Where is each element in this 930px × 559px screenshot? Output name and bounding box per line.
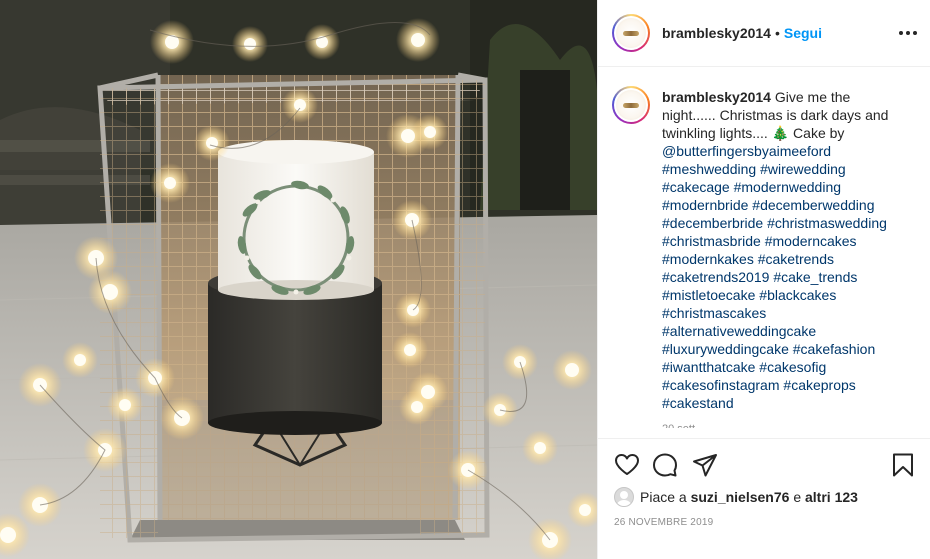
hashtag-link[interactable]: #cakesofig	[759, 359, 826, 375]
cake-cage-image	[0, 0, 597, 559]
hashtag-link[interactable]: #wirewedding	[760, 161, 846, 177]
likes-prefix: Piace a	[640, 489, 687, 505]
hashtag-link[interactable]: #luxuryweddingcake	[662, 341, 789, 357]
hashtag-link[interactable]: #caketrends2019	[662, 269, 769, 285]
likes-summary: Piace a suzi_nielsen76 e altri 123	[614, 487, 858, 507]
christmas-tree-emoji: 🎄	[771, 125, 790, 141]
caption-section: bramblesky2014 Give me the night...... C…	[598, 68, 930, 438]
caption-text: bramblesky2014 Give me the night...... C…	[662, 88, 907, 428]
hashtag-link[interactable]: #caketrends	[758, 251, 834, 267]
hashtag-link[interactable]: #cakecage	[662, 179, 730, 195]
hashtag-link[interactable]: #cakeprops	[783, 377, 855, 393]
hashtag-link[interactable]: #cakefashion	[793, 341, 876, 357]
header-separator: •	[774, 25, 780, 41]
hashtag-link[interactable]: #decemberbride	[662, 215, 763, 231]
post-photo[interactable]	[0, 0, 597, 559]
hashtag-link[interactable]: #decemberwedding	[752, 197, 874, 213]
hashtag-link[interactable]: #christmaswedding	[767, 215, 887, 231]
more-options-icon[interactable]	[899, 24, 917, 42]
hashtag-link[interactable]: #cakestand	[662, 395, 734, 411]
caption-author-avatar[interactable]	[612, 86, 650, 124]
hashtag-link[interactable]: #modernwedding	[734, 179, 841, 195]
post-details-panel: bramblesky2014 • Segui bramblesky2014 Gi…	[597, 0, 930, 559]
caption-body-2: Cake by	[793, 125, 845, 141]
follow-button[interactable]: Segui	[784, 25, 822, 41]
hashtag-link[interactable]: #blackcakes	[759, 287, 836, 303]
author-username[interactable]: bramblesky2014	[662, 25, 771, 41]
hashtag-link[interactable]: #cake_trends	[773, 269, 857, 285]
hashtag-link[interactable]: #moderncakes	[765, 233, 857, 249]
post-date[interactable]: 26 NOVEMBRE 2019	[614, 517, 713, 528]
likes-count[interactable]: altri 123	[805, 489, 858, 505]
likes-middle: e	[793, 489, 802, 505]
hashtag-link[interactable]: #iwantthatcake	[662, 359, 755, 375]
hashtag-link[interactable]: #alternativeweddingcake	[662, 323, 816, 339]
hashtag-link[interactable]: #christmascakes	[662, 305, 766, 321]
hashtag-link[interactable]: #cakesofinstagram	[662, 377, 780, 393]
author-avatar[interactable]	[612, 14, 650, 52]
hashtag-link[interactable]: #modernbride	[662, 197, 748, 213]
action-bar	[614, 452, 916, 478]
hashtag-link[interactable]: #meshwedding	[662, 161, 756, 177]
comment-icon[interactable]	[652, 452, 678, 478]
post-header: bramblesky2014 • Segui	[598, 0, 930, 67]
hashtag-link[interactable]: #mistletoecake	[662, 287, 755, 303]
share-icon[interactable]	[692, 452, 718, 478]
mention-link[interactable]: @butterfingersbyaimeeford	[662, 143, 831, 159]
caption-timestamp: 20 sett	[662, 420, 907, 428]
caption-username[interactable]: bramblesky2014	[662, 89, 771, 105]
heart-icon[interactable]	[614, 452, 640, 478]
liker-avatar[interactable]	[614, 487, 634, 507]
liker-username[interactable]: suzi_nielsen76	[691, 489, 790, 505]
bookmark-icon[interactable]	[890, 452, 916, 478]
hashtag-link[interactable]: #modernkakes	[662, 251, 754, 267]
hashtag-list: @butterfingersbyaimeeford #meshwedding #…	[662, 143, 887, 411]
actions-section: Piace a suzi_nielsen76 e altri 123 26 NO…	[598, 438, 930, 559]
hashtag-link[interactable]: #christmasbride	[662, 233, 761, 249]
